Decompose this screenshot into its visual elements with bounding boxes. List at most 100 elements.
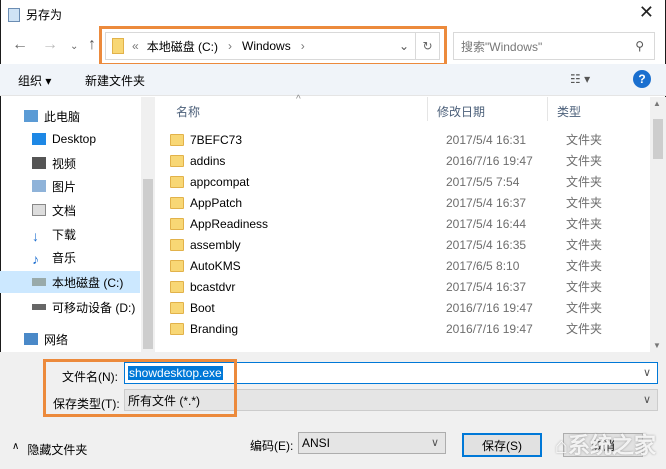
sidebar-label: 视频 xyxy=(52,156,77,171)
file-date: 2017/5/4 16:35 xyxy=(446,237,527,252)
network-icon xyxy=(24,333,38,345)
sidebar-item-desktop[interactable]: Desktop xyxy=(0,128,140,150)
sidebar-item-this-pc[interactable]: 此电脑 xyxy=(0,105,140,127)
sidebar-item-music[interactable]: ♪ 音乐 xyxy=(0,246,140,268)
file-date: 2017/5/4 16:44 xyxy=(446,216,527,231)
file-date: 2017/6/5 8:10 xyxy=(446,258,520,273)
music-icon: ♪ xyxy=(32,251,39,267)
file-row[interactable]: addins 2016/7/16 19:47 文件夹 xyxy=(170,150,650,171)
column-divider[interactable] xyxy=(547,97,548,121)
sidebar-item-downloads[interactable]: ↓ 下载 xyxy=(0,223,140,245)
file-type: 文件夹 xyxy=(566,301,603,315)
sidebar-label: 图片 xyxy=(52,179,77,194)
file-name: AppPatch xyxy=(190,195,243,210)
column-name[interactable]: 名称 xyxy=(176,103,200,120)
folder-icon xyxy=(170,322,184,335)
new-folder-button[interactable]: 新建文件夹 xyxy=(85,72,145,89)
picture-icon xyxy=(32,180,46,192)
sidebar-label: 本地磁盘 (C:) xyxy=(52,275,124,290)
sidebar-label: 此电脑 xyxy=(44,109,81,124)
folder-icon xyxy=(170,238,184,251)
search-input[interactable]: 搜索"Windows" ⚲ xyxy=(453,32,655,60)
folder-icon xyxy=(170,259,184,272)
sidebar-item-videos[interactable]: 视频 xyxy=(0,152,140,174)
file-date: 2017/5/4 16:31 xyxy=(446,132,527,147)
document-icon xyxy=(32,204,46,216)
file-type: 文件夹 xyxy=(566,238,603,252)
file-row[interactable]: appcompat 2017/5/5 7:54 文件夹 xyxy=(170,171,650,192)
download-icon: ↓ xyxy=(32,228,39,244)
file-row[interactable]: assembly 2017/5/4 16:35 文件夹 xyxy=(170,234,650,255)
help-icon[interactable]: ? xyxy=(633,70,651,88)
folder-icon xyxy=(170,280,184,293)
sidebar-label: 下载 xyxy=(52,227,77,242)
folder-icon xyxy=(170,301,184,314)
sidebar-item-documents[interactable]: 文档 xyxy=(0,199,140,221)
encoding-select[interactable]: ANSI ∨ xyxy=(298,432,446,454)
sidebar-label: Desktop xyxy=(52,132,97,146)
encoding-value: ANSI xyxy=(302,436,331,450)
view-options-icon[interactable]: ☷ ▾ xyxy=(570,72,590,86)
hide-folders-label: 隐藏文件夹 xyxy=(27,443,88,457)
sidebar-item-pictures[interactable]: 图片 xyxy=(0,175,140,197)
file-type: 文件夹 xyxy=(566,280,603,294)
file-date: 2016/7/16 19:47 xyxy=(446,153,533,168)
watermark-logo: ⌂系统之家 xyxy=(554,433,656,458)
sidebar-label: 文档 xyxy=(52,203,77,218)
scroll-down-icon[interactable]: ▼ xyxy=(653,341,661,350)
computer-icon xyxy=(24,110,38,122)
file-name: addins xyxy=(190,153,226,168)
sidebar-item-network[interactable]: 网络 xyxy=(0,328,140,350)
drive-icon xyxy=(32,278,46,286)
sidebar-item-removable[interactable]: 可移动设备 (D:) xyxy=(0,296,140,318)
chevron-down-icon[interactable]: ∨ xyxy=(643,366,651,379)
file-row[interactable]: AppReadiness 2017/5/4 16:44 文件夹 xyxy=(170,213,650,234)
nav-scrollbar[interactable] xyxy=(141,97,155,352)
column-date[interactable]: 修改日期 xyxy=(437,103,485,120)
up-button[interactable]: ↑ xyxy=(88,36,96,54)
notepad-icon xyxy=(8,7,20,22)
file-name: assembly xyxy=(190,237,241,252)
file-row[interactable]: AutoKMS 2017/6/5 8:10 文件夹 xyxy=(170,255,650,276)
hide-folders-toggle[interactable]: ∧ 隐藏文件夹 xyxy=(12,441,87,458)
file-row[interactable]: Boot 2016/7/16 19:47 文件夹 xyxy=(170,297,650,318)
file-name: 7BEFC73 xyxy=(190,132,243,147)
file-date: 2017/5/4 16:37 xyxy=(446,195,527,210)
navigation-pane: 此电脑 Desktop 视频 图片 文档 ↓ 下载 ♪ 音乐 本地磁盘 (C:) 可… xyxy=(0,97,155,352)
organize-button[interactable]: 组织 ▾ xyxy=(18,72,51,89)
file-row[interactable]: bcastdvr 2017/5/4 16:37 文件夹 xyxy=(170,276,650,297)
file-date: 2017/5/4 16:37 xyxy=(446,279,527,294)
file-name: Boot xyxy=(190,300,215,315)
chevron-down-icon[interactable]: ∨ xyxy=(431,436,439,449)
save-button[interactable]: 保存(S) xyxy=(462,433,542,457)
sidebar-label: 音乐 xyxy=(52,250,77,265)
file-row[interactable]: Branding 2016/7/16 19:47 文件夹 xyxy=(170,318,650,339)
title-bar: 另存为 xyxy=(8,6,62,23)
sidebar-label: 可移动设备 (D:) xyxy=(52,300,136,315)
desktop-icon xyxy=(32,133,46,145)
sort-ascending-icon: ^ xyxy=(296,94,301,105)
back-button[interactable]: ← xyxy=(12,36,28,54)
file-list-scrollbar[interactable]: ▲ ▼ xyxy=(650,97,666,352)
file-row[interactable]: AppPatch 2017/5/4 16:37 文件夹 xyxy=(170,192,650,213)
file-row[interactable]: 7BEFC73 2017/5/4 16:31 文件夹 xyxy=(170,129,650,150)
search-icon: ⚲ xyxy=(635,39,644,53)
chevron-down-icon[interactable]: ∨ xyxy=(643,393,651,406)
column-divider[interactable] xyxy=(427,97,428,121)
file-type: 文件夹 xyxy=(566,175,603,189)
scrollbar-thumb[interactable] xyxy=(653,119,663,159)
column-type[interactable]: 类型 xyxy=(557,103,581,120)
highlight-box xyxy=(43,359,237,417)
forward-button[interactable]: → xyxy=(42,36,58,54)
close-button[interactable]: ✕ xyxy=(639,2,654,23)
file-date: 2016/7/16 19:47 xyxy=(446,321,533,336)
file-date: 2017/5/5 7:54 xyxy=(446,174,520,189)
sidebar-item-local-disk[interactable]: 本地磁盘 (C:) xyxy=(0,271,140,293)
file-type: 文件夹 xyxy=(566,154,603,168)
sidebar-label: 网络 xyxy=(44,332,69,347)
file-name: AutoKMS xyxy=(190,258,241,273)
recent-dropdown[interactable]: ⌄ xyxy=(70,41,78,52)
folder-icon xyxy=(170,133,184,146)
scroll-up-icon[interactable]: ▲ xyxy=(653,99,661,108)
scrollbar-thumb[interactable] xyxy=(143,179,153,349)
